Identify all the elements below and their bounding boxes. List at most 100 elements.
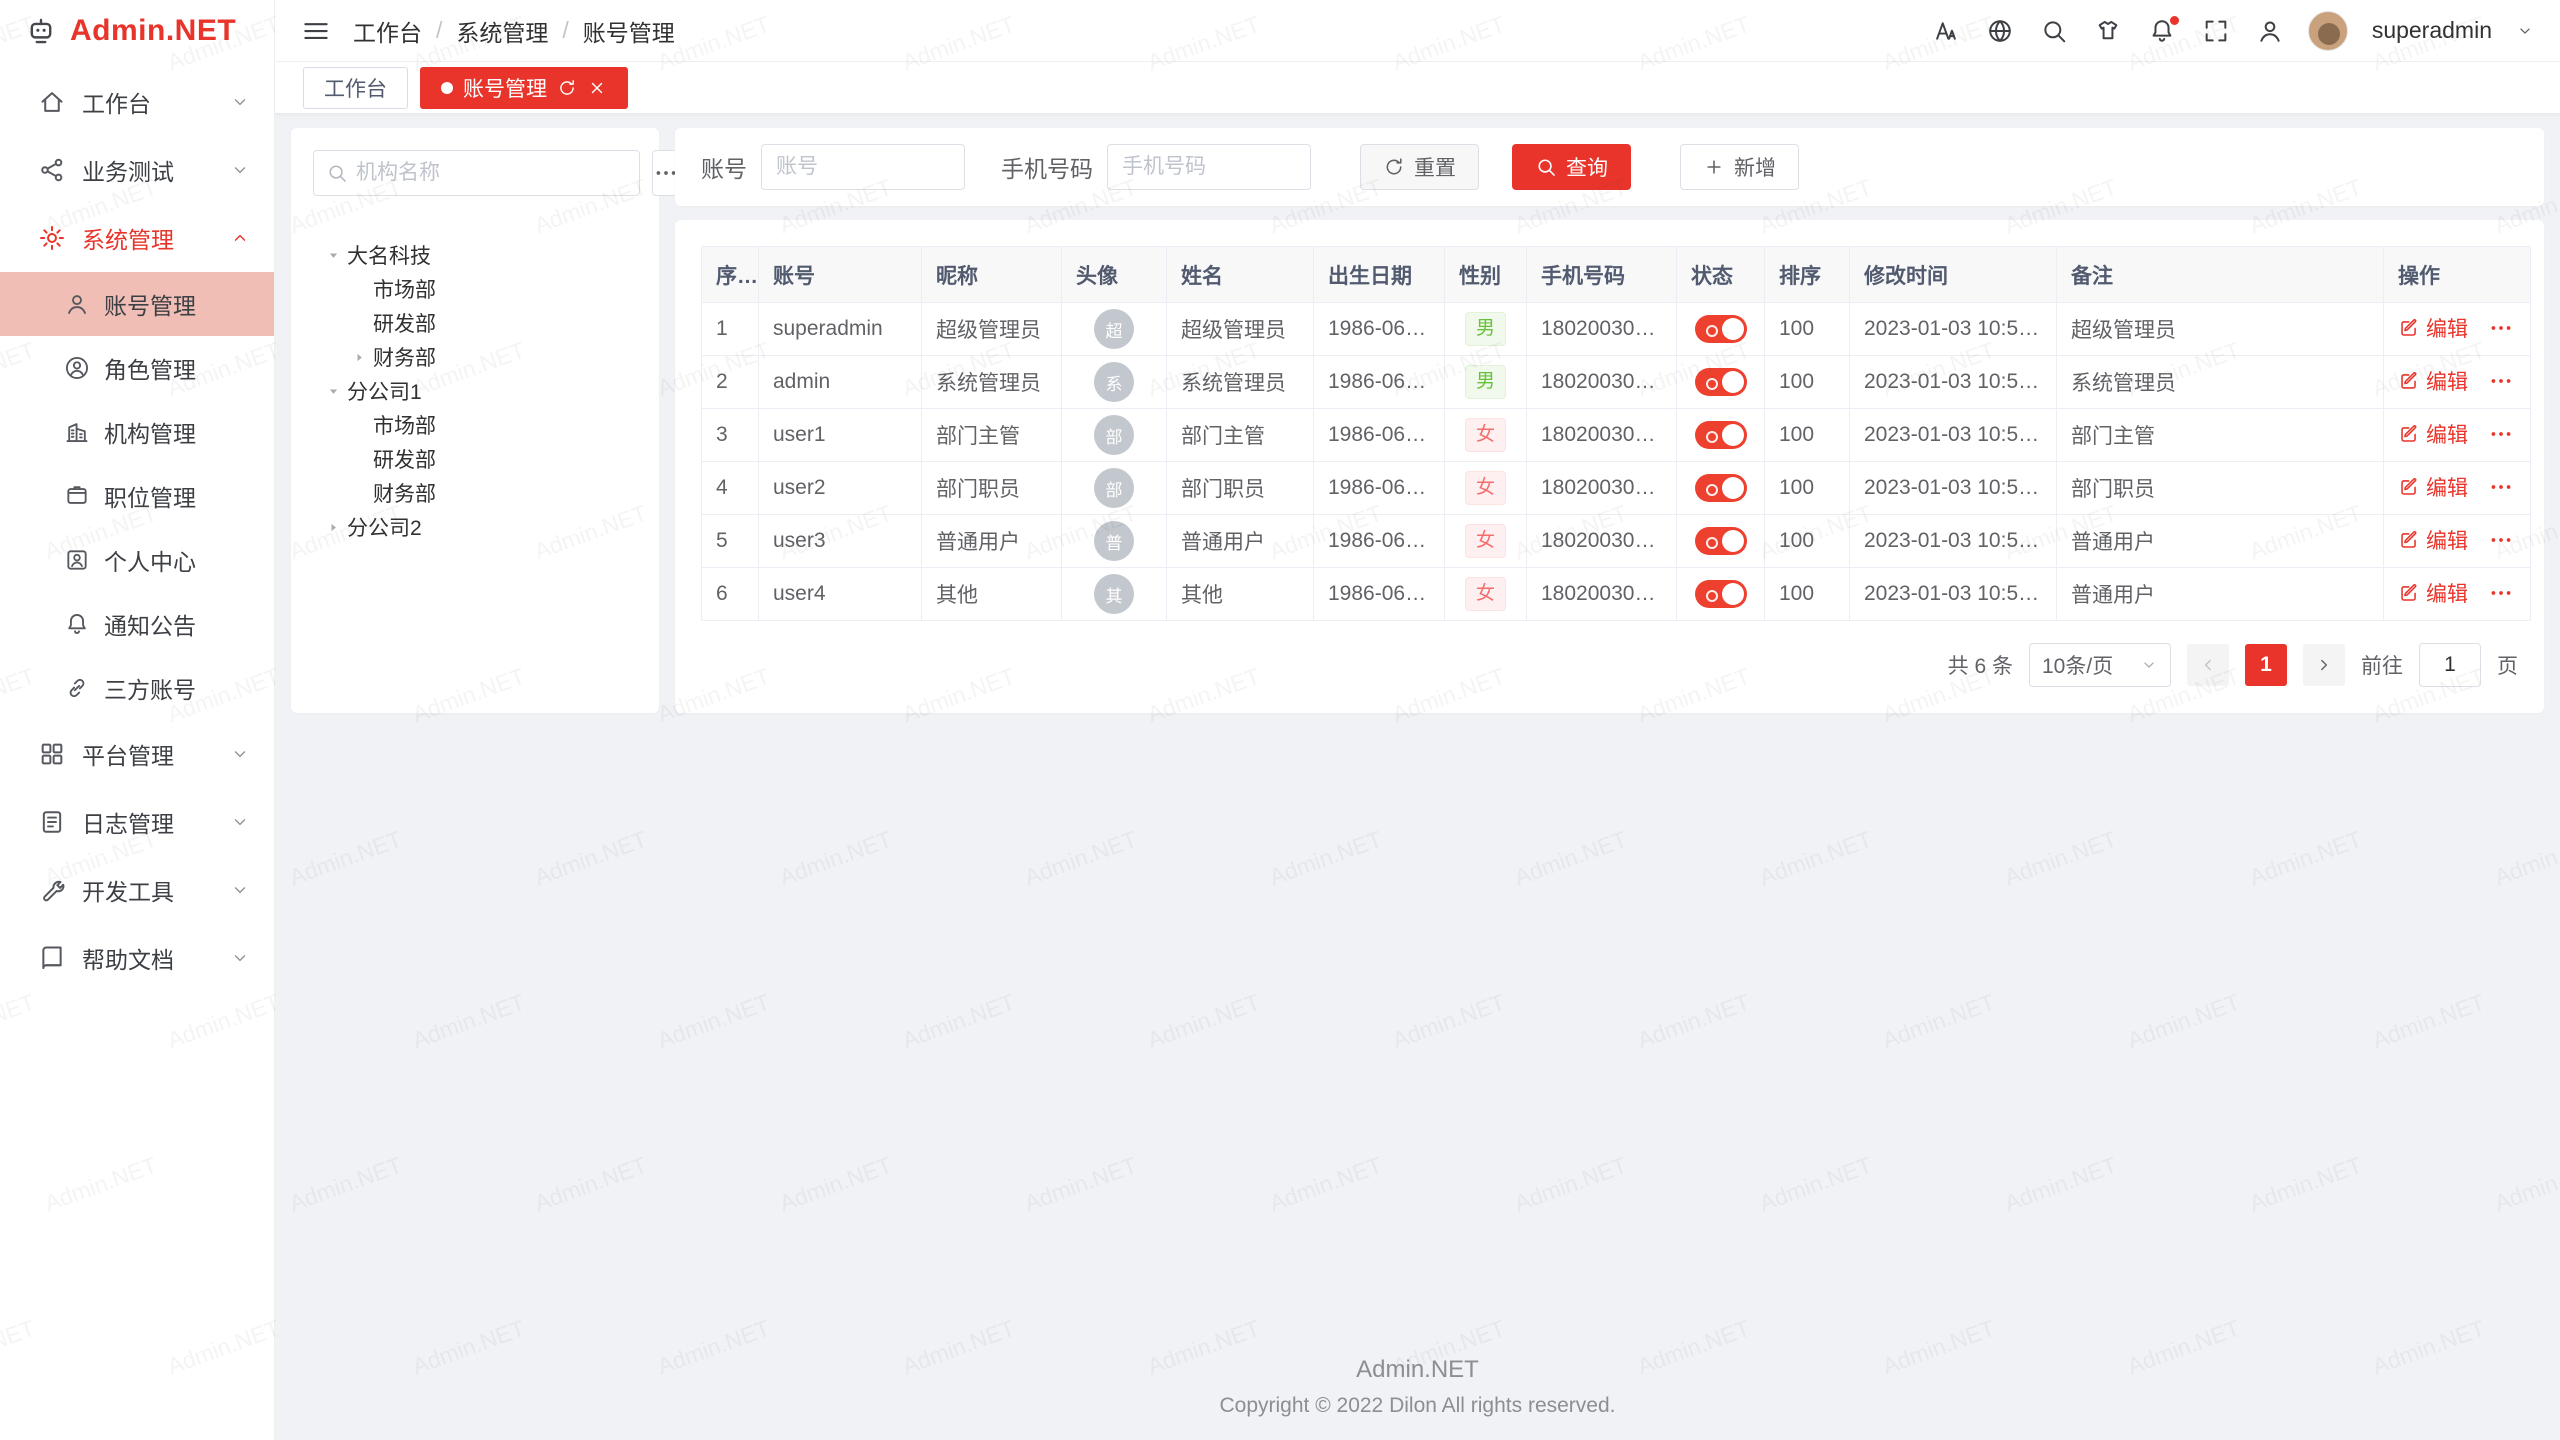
tree-node[interactable]: 市场部: [313, 408, 637, 442]
goto-page-input[interactable]: [2419, 643, 2481, 687]
sidebar-item-system-mgmt[interactable]: 系统管理: [0, 204, 274, 272]
bell-icon[interactable]: [2148, 17, 2176, 45]
caret-right-icon[interactable]: [319, 517, 347, 537]
more-actions-button[interactable]: [2488, 474, 2514, 500]
row-actions: 编辑: [2398, 525, 2514, 555]
cell-avatar: 系: [1062, 356, 1167, 409]
status-toggle[interactable]: [1695, 368, 1747, 396]
edit-icon: [2398, 582, 2420, 604]
reset-button[interactable]: 重置: [1360, 144, 1479, 190]
more-actions-button[interactable]: [2488, 421, 2514, 447]
tree-node[interactable]: 研发部: [313, 306, 637, 340]
page-number-button[interactable]: 1: [2245, 644, 2287, 686]
caret-right-icon[interactable]: [345, 347, 373, 367]
user-icon[interactable]: [2256, 17, 2284, 45]
tree-node[interactable]: 分公司1: [313, 374, 637, 408]
tree-node[interactable]: 研发部: [313, 442, 637, 476]
page-size-select[interactable]: 10条/页: [2029, 643, 2171, 687]
username[interactable]: superadmin: [2372, 17, 2492, 44]
user-avatar[interactable]: [2308, 11, 2348, 51]
cell-avatar: 普: [1062, 515, 1167, 568]
edit-label: 编辑: [2426, 313, 2468, 343]
sidebar-item-label: 开发工具: [82, 873, 230, 907]
column-header: 序号: [702, 247, 759, 303]
sidebar-subitem-label: 职位管理: [104, 479, 196, 513]
status-toggle[interactable]: [1695, 580, 1747, 608]
refresh-icon[interactable]: [557, 78, 577, 98]
tree-node[interactable]: 分公司2: [313, 510, 637, 544]
edit-button[interactable]: 编辑: [2398, 313, 2468, 343]
next-page-button[interactable]: [2303, 644, 2345, 686]
sidebar-subitem-account-mgmt[interactable]: 账号管理: [0, 272, 274, 336]
theme-icon[interactable]: [2094, 17, 2122, 45]
tree-node[interactable]: 财务部: [313, 476, 637, 510]
font-size-icon[interactable]: [1932, 17, 1960, 45]
badge-icon: [64, 483, 90, 509]
gender-badge: 男: [1465, 312, 1506, 347]
account-input[interactable]: [761, 144, 965, 190]
sidebar-subitem-position-mgmt[interactable]: 职位管理: [0, 464, 274, 528]
cell-actions: 编辑: [2384, 356, 2531, 409]
add-button[interactable]: 新增: [1680, 144, 1799, 190]
edit-button[interactable]: 编辑: [2398, 419, 2468, 449]
column-header: 排序: [1765, 247, 1850, 303]
breadcrumb-item[interactable]: 账号管理: [583, 14, 675, 48]
org-search-input[interactable]: [356, 161, 627, 185]
sidebar-item-log-mgmt[interactable]: 日志管理: [0, 788, 274, 856]
phone-input[interactable]: [1107, 144, 1311, 190]
more-actions-button[interactable]: [2488, 315, 2514, 341]
sidebar-item-business-test[interactable]: 业务测试: [0, 136, 274, 204]
sidebar-subitem-personal-center[interactable]: 个人中心: [0, 528, 274, 592]
more-actions-button[interactable]: [2488, 580, 2514, 606]
brand-logo[interactable]: Admin.NET: [0, 0, 274, 62]
chevron-down-icon[interactable]: [2516, 22, 2534, 40]
chevron-down-icon: [230, 880, 250, 900]
more-actions-button[interactable]: [2488, 527, 2514, 553]
tree-node[interactable]: 大名科技: [313, 238, 637, 272]
sidebar-subitem-org-mgmt[interactable]: 机构管理: [0, 400, 274, 464]
more-actions-button[interactable]: [2488, 368, 2514, 394]
tree-caret-spacer: [345, 415, 373, 435]
sidebar-subitem-label: 三方账号: [104, 671, 196, 705]
tab-workbench[interactable]: 工作台: [303, 67, 408, 109]
caret-down-icon[interactable]: [319, 245, 347, 265]
grid-icon: [38, 740, 66, 768]
edit-button[interactable]: 编辑: [2398, 525, 2468, 555]
globe-icon[interactable]: [1986, 17, 2014, 45]
close-icon[interactable]: [587, 78, 607, 98]
main-area: 工作台/系统管理/账号管理 superadmin 工作台账号管理: [275, 0, 2560, 1440]
search-button[interactable]: 查询: [1512, 144, 1631, 190]
tree-node[interactable]: 财务部: [313, 340, 637, 374]
bell-icon: [64, 611, 90, 637]
chevron-down-icon: [230, 744, 250, 764]
sidebar-item-platform-mgmt[interactable]: 平台管理: [0, 720, 274, 788]
sidebar-item-help-docs[interactable]: 帮助文档: [0, 924, 274, 992]
sidebar-subitem-third-party-account[interactable]: 三方账号: [0, 656, 274, 720]
fullscreen-icon[interactable]: [2202, 17, 2230, 45]
sidebar-subitem-role-mgmt[interactable]: 角色管理: [0, 336, 274, 400]
tree-node[interactable]: 市场部: [313, 272, 637, 306]
status-toggle[interactable]: [1695, 527, 1747, 555]
edit-button[interactable]: 编辑: [2398, 578, 2468, 608]
building-icon: [64, 419, 90, 445]
status-toggle[interactable]: [1695, 421, 1747, 449]
cell-status: [1677, 356, 1765, 409]
edit-icon: [2398, 423, 2420, 445]
tab-account-mgmt[interactable]: 账号管理: [420, 67, 628, 109]
status-toggle[interactable]: [1695, 315, 1747, 343]
menu-icon[interactable]: [301, 16, 331, 46]
prev-page-button[interactable]: [2187, 644, 2229, 686]
sidebar-item-dev-tools[interactable]: 开发工具: [0, 856, 274, 924]
breadcrumb-item[interactable]: 工作台: [353, 14, 422, 48]
sidebar-subitem-notice[interactable]: 通知公告: [0, 592, 274, 656]
search-icon[interactable]: [2040, 17, 2068, 45]
row-actions: 编辑: [2398, 419, 2514, 449]
sidebar-item-workbench[interactable]: 工作台: [0, 68, 274, 136]
right-column: 账号 手机号码 重置 查询: [675, 128, 2544, 713]
status-toggle[interactable]: [1695, 474, 1747, 502]
caret-down-icon[interactable]: [319, 381, 347, 401]
org-search-box: [313, 150, 640, 196]
breadcrumb-item[interactable]: 系统管理: [456, 14, 548, 48]
edit-button[interactable]: 编辑: [2398, 366, 2468, 396]
edit-button[interactable]: 编辑: [2398, 472, 2468, 502]
